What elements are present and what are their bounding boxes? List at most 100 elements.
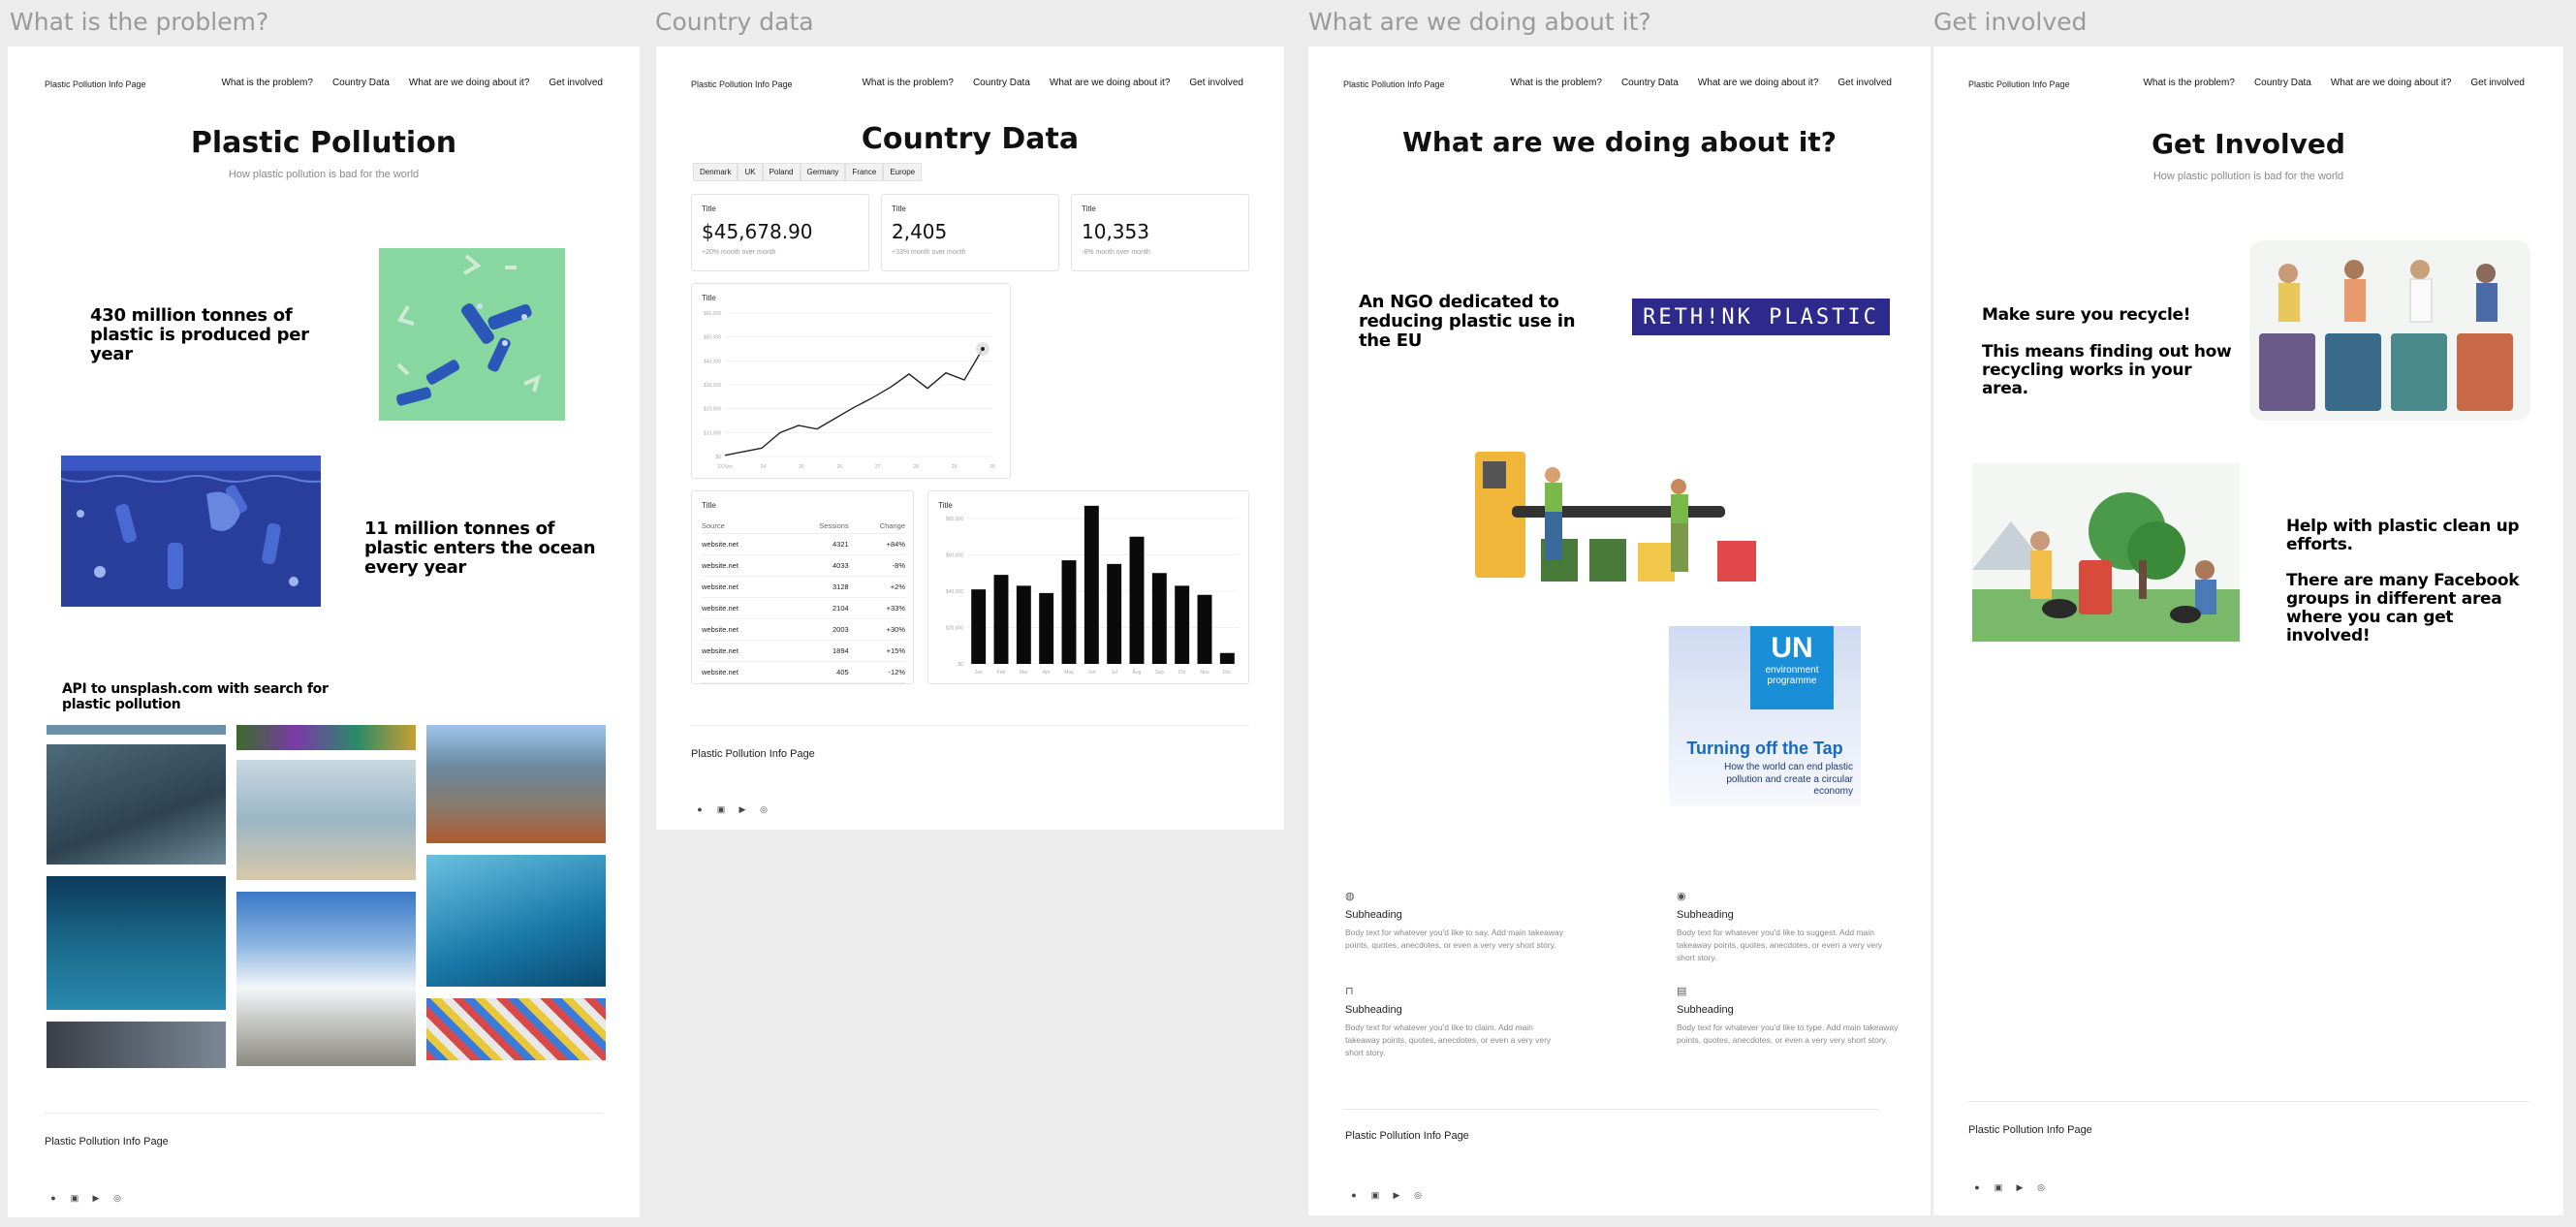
- page-subtitle: How plastic pollution is bad for the wor…: [2152, 171, 2344, 182]
- unsplash-photo[interactable]: [426, 855, 606, 987]
- bar: [1061, 560, 1077, 664]
- y-tick-label: $80,000: [946, 517, 963, 522]
- unsplash-photo[interactable]: [426, 725, 606, 843]
- nav-brand[interactable]: Plastic Pollution Info Page: [1343, 79, 1445, 89]
- nav-link-doing[interactable]: What are we doing about it?: [1050, 78, 1171, 88]
- nav-link-problem[interactable]: What is the problem?: [862, 78, 954, 88]
- globe-icon: ◍: [1345, 891, 1355, 902]
- stat-card: Title 10,353 -8% month over month: [1071, 194, 1249, 271]
- unsplash-photo[interactable]: [47, 725, 226, 735]
- facebook-icon[interactable]: ●: [1349, 1190, 1359, 1200]
- fact-production: 430 million tonnes of plastic is produce…: [90, 305, 309, 365]
- nav-brand[interactable]: Plastic Pollution Info Page: [1968, 79, 2070, 89]
- linkedin-icon[interactable]: ▣: [716, 804, 726, 814]
- table-row: website.net 2104 +33%: [702, 597, 905, 619]
- tab-denmark[interactable]: Denmark: [693, 163, 738, 181]
- x-tick-label: 25: [799, 464, 804, 470]
- nav-link-country[interactable]: Country Data: [1621, 78, 1679, 88]
- unsplash-photo[interactable]: [236, 725, 416, 750]
- nav-link-doing[interactable]: What are we doing about it?: [1698, 78, 1819, 88]
- nav-link-problem[interactable]: What is the problem?: [1510, 78, 1602, 88]
- facebook-icon[interactable]: ●: [48, 1193, 58, 1203]
- social-links: ● ▣ ▶ ◎: [1972, 1182, 2046, 1192]
- nav-link-doing[interactable]: What are we doing about it?: [409, 78, 530, 88]
- footer-divider: [45, 1113, 603, 1114]
- page-title: Country Data: [861, 122, 1080, 156]
- youtube-icon[interactable]: ▶: [2015, 1182, 2025, 1192]
- nav-link-involved[interactable]: Get involved: [549, 78, 603, 88]
- footer-divider: [1343, 1109, 1878, 1110]
- facebook-icon[interactable]: ●: [1972, 1182, 1982, 1192]
- youtube-icon[interactable]: ▶: [1392, 1190, 1401, 1200]
- nav-link-problem[interactable]: What is the problem?: [221, 78, 313, 88]
- unsplash-photo[interactable]: [47, 876, 226, 1010]
- tab-poland[interactable]: Poland: [762, 163, 801, 181]
- x-tick-label: 24: [761, 464, 767, 470]
- rethink-logo-text: RETH!NK PLASTIC: [1643, 304, 1879, 330]
- nav-brand[interactable]: Plastic Pollution Info Page: [691, 79, 793, 89]
- instagram-icon[interactable]: ◎: [2036, 1182, 2046, 1192]
- facebook-icon[interactable]: ●: [695, 804, 705, 814]
- footer-brand: Plastic Pollution Info Page: [45, 1136, 169, 1148]
- instagram-icon[interactable]: ◎: [1413, 1190, 1423, 1200]
- social-links: ● ▣ ▶ ◎: [48, 1193, 122, 1203]
- change-cell: +84%: [848, 533, 905, 555]
- x-tick-label: Jul: [1111, 670, 1116, 676]
- nav-link-doing[interactable]: What are we doing about it?: [2331, 78, 2452, 88]
- stat-value: 2,405: [892, 220, 948, 243]
- x-tick-label: May: [1064, 670, 1074, 676]
- youtube-icon[interactable]: ▶: [91, 1193, 101, 1203]
- nav-brand[interactable]: Plastic Pollution Info Page: [45, 79, 146, 89]
- sources-table-panel: Title Source Sessions Change website.net…: [691, 490, 914, 684]
- frame-title-country: Country data: [655, 8, 814, 36]
- feature-heading: Subheading: [1345, 1004, 1402, 1016]
- bar: [1219, 652, 1235, 664]
- unsplash-photo[interactable]: [426, 998, 606, 1060]
- bar-chart-panel: Title $0 $20,000 $40,000 $60,000 $80,000 Jan F…: [927, 490, 1249, 684]
- bar: [1039, 592, 1054, 664]
- stat-title: Title: [1082, 204, 1096, 213]
- unsplash-photo[interactable]: [236, 892, 416, 1066]
- unsplash-photo[interactable]: [236, 760, 416, 880]
- tab-germany[interactable]: Germany: [800, 163, 846, 181]
- nav-link-country[interactable]: Country Data: [973, 78, 1030, 88]
- instagram-icon[interactable]: ◎: [759, 804, 769, 814]
- stat-change: +33% month over month: [892, 249, 966, 256]
- nav-link-country[interactable]: Country Data: [2254, 78, 2311, 88]
- source-cell: website.net: [702, 618, 784, 641]
- un-report-card[interactable]: UN environment programme Turning off the…: [1669, 626, 1861, 806]
- x-tick-label: Jan: [975, 670, 983, 676]
- social-links: ● ▣ ▶ ◎: [1349, 1190, 1423, 1200]
- tab-france[interactable]: France: [845, 163, 884, 181]
- un-logo-subtitle: environment programme: [1765, 665, 1819, 686]
- tab-europe[interactable]: Europe: [883, 163, 923, 181]
- nav-link-involved[interactable]: Get involved: [1838, 78, 1892, 88]
- source-cell: website.net: [702, 661, 784, 683]
- stat-change: +20% month over month: [702, 249, 776, 256]
- y-tick-label: $60,000: [946, 553, 963, 559]
- stat-value: $45,678.90: [702, 220, 813, 243]
- stat-card: Title 2,405 +33% month over month: [881, 194, 1059, 271]
- nav-link-involved[interactable]: Get involved: [2470, 78, 2525, 88]
- linkedin-icon[interactable]: ▣: [1370, 1190, 1380, 1200]
- unsplash-photo[interactable]: [47, 744, 226, 865]
- instagram-icon[interactable]: ◎: [112, 1193, 122, 1203]
- rethink-plastic-logo[interactable]: RETH!NK PLASTIC: [1632, 299, 1890, 335]
- bar: [1151, 573, 1167, 664]
- youtube-icon[interactable]: ▶: [738, 804, 747, 814]
- ocean-plastic-illustration: [61, 456, 321, 607]
- y-tick-label: $0: [715, 455, 721, 460]
- sessions-cell: 4033: [783, 554, 849, 577]
- nav-link-involved[interactable]: Get involved: [1189, 78, 1243, 88]
- nav-link-country[interactable]: Country Data: [332, 78, 390, 88]
- nav-link-problem[interactable]: What is the problem?: [2143, 78, 2235, 88]
- footer-brand: Plastic Pollution Info Page: [1345, 1130, 1469, 1142]
- tab-uk[interactable]: UK: [738, 163, 763, 181]
- linkedin-icon[interactable]: ▣: [70, 1193, 79, 1203]
- y-tick-label: $50,000: [704, 335, 721, 341]
- unsplash-photo[interactable]: [47, 1022, 226, 1068]
- x-tick-label: Apr: [1043, 670, 1051, 676]
- top-nav: Plastic Pollution Info Page What is the …: [1933, 47, 2563, 105]
- linkedin-icon[interactable]: ▣: [1994, 1182, 2003, 1192]
- footer-brand: Plastic Pollution Info Page: [691, 748, 815, 760]
